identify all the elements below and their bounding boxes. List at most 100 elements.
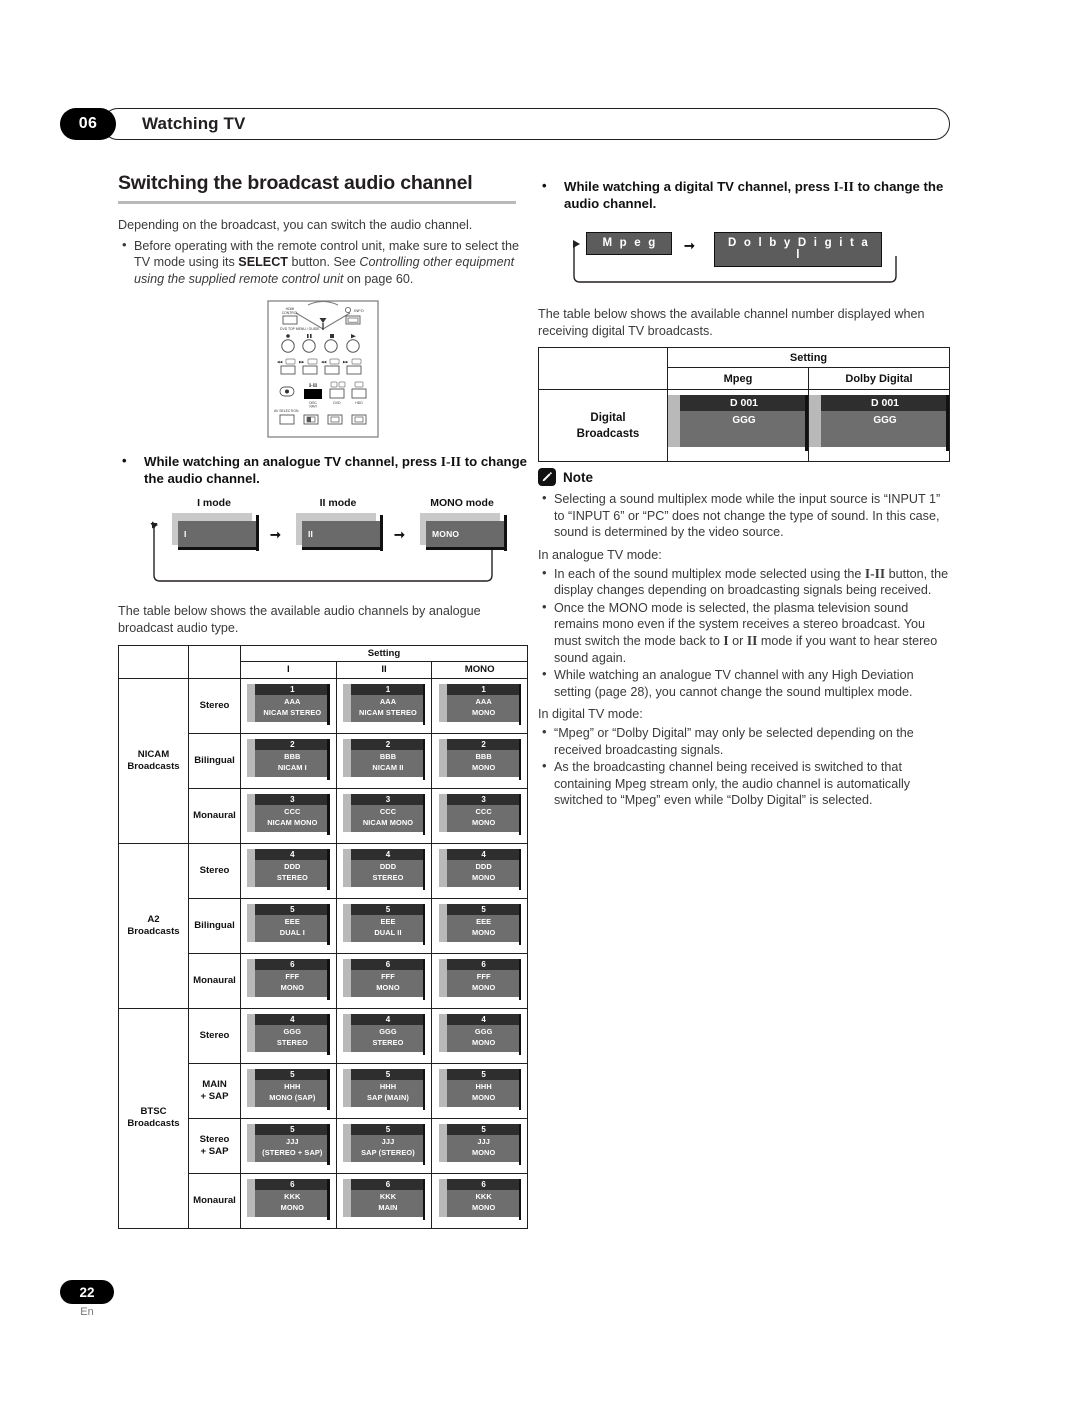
tv-screen-graphic: 6 FFF MONO — [438, 958, 522, 1003]
tv-line-1: KKK — [475, 1191, 492, 1201]
tv-line-1: KKK — [379, 1191, 397, 1201]
column-header-ii: II — [335, 660, 433, 679]
tv-line-2: DUAL I — [279, 927, 305, 937]
tv-line-1: BBB — [475, 751, 492, 761]
tv-channel-number: 2 — [385, 739, 391, 749]
svg-text:◀◀: ◀◀ — [277, 360, 283, 364]
setting-cell: 1 AAA NICAM STEREO — [240, 677, 337, 734]
note-b2-key: I-II — [864, 565, 886, 581]
pencil-icon-svg — [542, 472, 552, 482]
tv-channel-number: 1 — [385, 684, 391, 694]
tv-channel-number: 5 — [481, 904, 486, 914]
tv-screen-graphic: 4 GGG STEREO — [342, 1013, 426, 1058]
tv-line-1: AAA — [379, 696, 397, 706]
chapter-title: Watching TV — [142, 114, 246, 133]
tv-channel-number: 5 — [290, 1124, 295, 1134]
tv-line-1: BBB — [379, 751, 397, 761]
audio-type-label-line: Stereo — [199, 1029, 230, 1041]
table-corner-cell — [538, 347, 668, 391]
note-list-1: Selecting a sound multiplex mode while t… — [538, 490, 950, 541]
tv-channel-number: 5 — [481, 1124, 486, 1134]
digital-lead-bullet: While watching a digital TV channel, pre… — [538, 177, 950, 212]
setting-cell: 1 AAA MONO — [431, 677, 528, 734]
select-button-keyword: SELECT — [238, 255, 288, 270]
audio-type-label-line: Stereo — [199, 864, 230, 876]
tv-screen-graphic: 1 AAA MONO — [438, 683, 522, 728]
mode-box-2: II — [296, 513, 383, 552]
chip-dolby-digital: D o l b y D i g i t a l — [714, 232, 882, 267]
note-b3-mid: or — [728, 633, 747, 648]
table-corner-cell-2 — [188, 644, 241, 679]
tv-screen-graphic: 5 JJJ SAP (STEREO) — [342, 1123, 426, 1168]
setting-cell: 5 HHH SAP (MAIN) — [335, 1062, 433, 1119]
pencil-icon — [538, 468, 556, 487]
digital-mode-heading: In digital TV mode: — [538, 707, 643, 722]
audio-type-label: Stereo — [188, 677, 241, 734]
tv-screen-graphic: 5 HHH MONO (SAP) — [247, 1068, 330, 1113]
setting-cell: 5 JJJ SAP (STEREO) — [335, 1117, 433, 1174]
tv-channel-number: 5 — [290, 904, 295, 914]
svg-text:AV SELECTION: AV SELECTION — [274, 409, 299, 413]
tv-screen-graphic: 5 EEE DUAL II — [342, 903, 426, 948]
list-item: Selecting a sound multiplex mode while t… — [538, 490, 950, 541]
digital-row-label-line1: Digital — [590, 411, 626, 424]
tv-channel-number: 4 — [290, 849, 295, 859]
tv-line-1: GGG — [379, 1026, 397, 1036]
svg-text:▶▶: ▶▶ — [343, 360, 349, 364]
tv-channel-number: 6 — [481, 959, 486, 969]
setting-cell: 4 DDD STEREO — [335, 842, 433, 899]
tv-screen-graphic: 3 CCC NICAM MONO — [247, 793, 330, 838]
setting-cell: 2 BBB NICAM II — [335, 732, 433, 789]
group-label-line: BTSC — [140, 1106, 167, 1118]
section-rule — [118, 201, 516, 204]
setting-cell: 6 FFF MONO — [240, 952, 337, 1009]
mode-label-1: I mode — [197, 497, 231, 510]
audio-type-label-line: Monaural — [193, 974, 236, 986]
group-label-line: Broadcasts — [127, 760, 180, 772]
tv-line-1: HHH — [475, 1081, 492, 1091]
list-item: Before operating with the remote control… — [118, 237, 528, 288]
tv-line-1: DDD — [284, 861, 301, 871]
tv-line-1: HHH — [379, 1081, 397, 1091]
tv-screen-graphic: D 001 GGG — [668, 395, 808, 455]
tv-channel-number: 6 — [290, 1179, 295, 1189]
mode-box-shadow-bottom — [178, 547, 258, 550]
tv-line-1: BBB — [284, 751, 301, 761]
tv-line-1: HHH — [284, 1081, 301, 1091]
audio-type-label: Monaural — [188, 787, 241, 844]
tv-line-1: EEE — [380, 916, 396, 926]
setting-cell: 6 KKK MONO — [240, 1172, 337, 1229]
tv-screen-graphic: 5 HHH SAP (MAIN) — [342, 1068, 426, 1113]
setting-cell: 3 CCC MONO — [431, 787, 528, 844]
digital-broadcast-table: Setting Mpeg Dolby Digital Digital Broad… — [538, 347, 950, 463]
setting-cell: 5 JJJ (STEREO + SAP) — [240, 1117, 337, 1174]
tv-channel-number: 4 — [290, 1014, 295, 1024]
tv-screen-graphic: 6 KKK MONO — [247, 1178, 330, 1223]
setting-header: Setting — [240, 644, 528, 662]
tv-line-2: NICAM MONO — [362, 817, 414, 827]
page-header: 06 Watching TV — [60, 108, 950, 140]
setting-cell: 5 EEE DUAL II — [335, 897, 433, 954]
tv-line-1: JJJ — [477, 1136, 490, 1146]
tv-line-1: JJJ — [381, 1136, 395, 1146]
tv-line-1: CCC — [475, 806, 492, 816]
mode-box-shadow-bottom — [426, 547, 506, 550]
tv-line-1: EEE — [476, 916, 492, 926]
tv-screen-graphic: 5 EEE MONO — [438, 903, 522, 948]
setting-cell: 5 HHH MONO (SAP) — [240, 1062, 337, 1119]
broadcast-group-label: BTSC Broadcasts — [118, 1007, 189, 1229]
tv-channel-number: 4 — [385, 1014, 391, 1024]
tv-channel-number: 3 — [481, 794, 486, 804]
setting-cell: 4 GGG STEREO — [335, 1007, 433, 1064]
table-header-row: Setting — [538, 347, 950, 391]
broadcast-group-label: NICAM Broadcasts — [118, 677, 189, 844]
table-row: BTSC Broadcasts Stereo 4 GGG STEREO 4 GGG STEREO… — [118, 1007, 528, 1229]
analogue-table-intro: The table below shows the available audi… — [118, 604, 481, 635]
tv-line-1: FFF — [381, 971, 395, 981]
tv-channel-number: 1 — [290, 684, 295, 694]
tv-line-2: (STEREO + SAP) — [262, 1147, 323, 1157]
setting-cell: 4 GGG MONO — [431, 1007, 528, 1064]
tv-channel-number: 3 — [385, 794, 391, 804]
flow-arrow-1: ➞ — [270, 527, 281, 543]
tv-screen-graphic: 2 BBB NICAM II — [342, 738, 426, 783]
